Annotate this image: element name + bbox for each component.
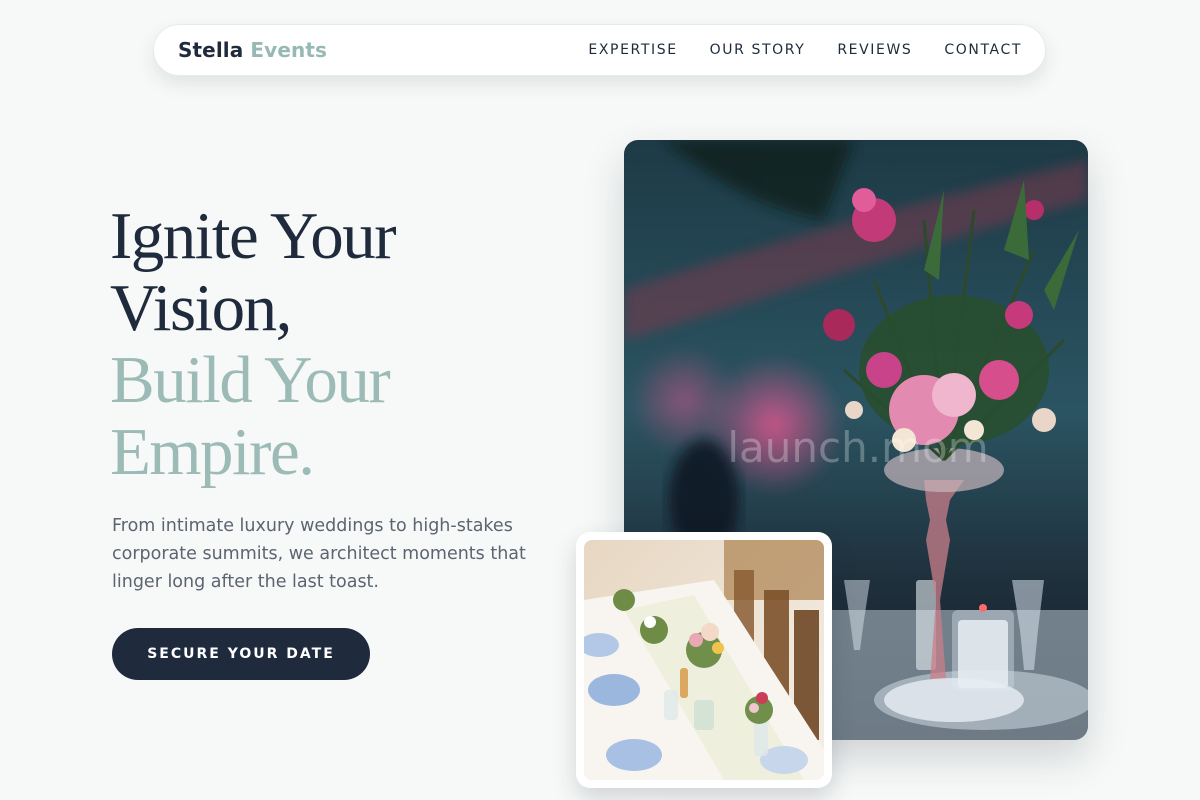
headline-line-4: Empire. [110,415,315,489]
brand-name-accent: Events [250,38,327,62]
nav-link-our-story[interactable]: OUR STORY [710,42,806,58]
hero-headline: Ignite Your Vision, Build Your Empire. [110,199,397,489]
hero-description: From intimate luxury weddings to high-st… [112,516,526,592]
headline-line-2: Vision, [110,271,292,345]
brand-logo[interactable]: Stella Events [178,38,327,62]
watermark-text: launch.mom [727,423,988,472]
headline-line-3: Build Your [110,343,391,417]
hero-secondary-image [576,532,832,788]
top-navigation: Stella Events EXPERTISE OUR STORY REVIEW… [153,24,1046,76]
nav-link-expertise[interactable]: EXPERTISE [588,42,677,58]
nav-link-contact[interactable]: CONTACT [944,42,1022,58]
brand-name-primary: Stella [178,38,244,62]
secure-your-date-button[interactable]: SECURE YOUR DATE [112,628,370,680]
headline-line-1: Ignite Your [110,199,397,273]
nav-menu: EXPERTISE OUR STORY REVIEWS CONTACT [588,42,1022,58]
nav-link-reviews[interactable]: REVIEWS [837,42,912,58]
